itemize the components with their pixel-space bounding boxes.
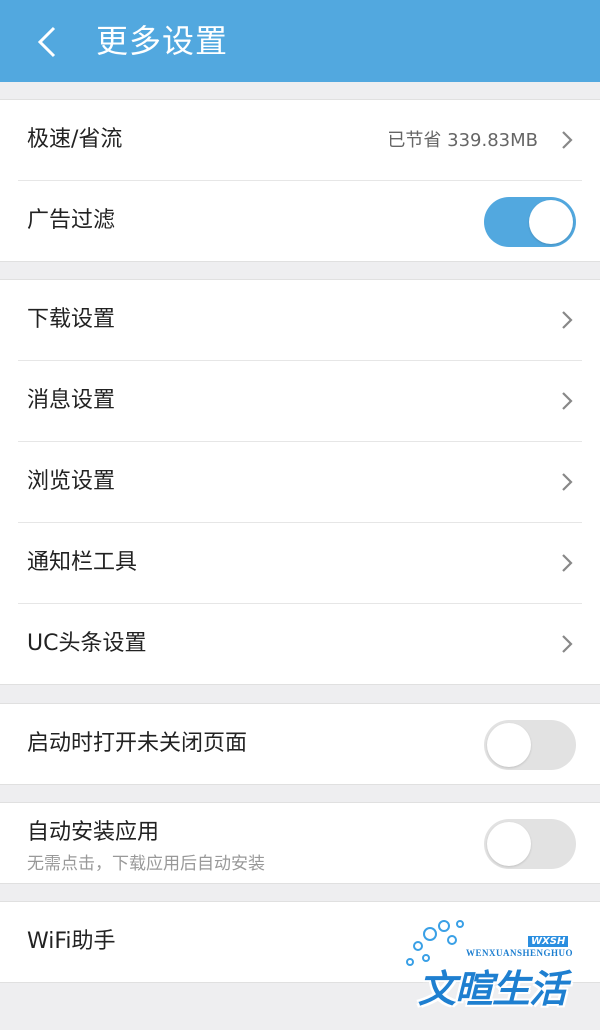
- item-label: 浏览设置: [27, 469, 116, 494]
- ad-filter-label: 广告过滤: [27, 208, 116, 233]
- chevron-right-icon: [562, 473, 573, 491]
- chevron-right-icon: [562, 131, 573, 149]
- chevron-left-icon: [37, 26, 56, 58]
- ad-filter-toggle[interactable]: [484, 197, 576, 247]
- row-ad-filter: 广告过滤: [18, 181, 582, 261]
- item-label: 通知栏工具: [27, 550, 138, 575]
- auto-install-label: 自动安装应用: [27, 820, 160, 845]
- chevron-right-icon: [562, 635, 573, 653]
- row-restore-pages: 启动时打开未关闭页面: [18, 704, 582, 784]
- chevron-right-icon: [562, 392, 573, 410]
- item-label: 下载设置: [27, 307, 116, 332]
- section-speed: 极速/省流 已节省 339.83MB 广告过滤: [0, 99, 600, 262]
- row-uc-headlines-settings[interactable]: UC头条设置: [18, 604, 582, 684]
- section-restore-pages: 启动时打开未关闭页面: [0, 703, 600, 785]
- row-speed-mode[interactable]: 极速/省流 已节省 339.83MB: [18, 100, 582, 181]
- restore-pages-label: 启动时打开未关闭页面: [27, 731, 248, 756]
- row-notification-tools[interactable]: 通知栏工具: [18, 523, 582, 604]
- row-download-settings[interactable]: 下载设置: [18, 280, 582, 361]
- row-browse-settings[interactable]: 浏览设置: [18, 442, 582, 523]
- auto-install-toggle[interactable]: [484, 819, 576, 869]
- restore-pages-toggle[interactable]: [484, 720, 576, 770]
- row-wifi-assistant[interactable]: WiFi助手: [18, 902, 582, 982]
- app-header: 更多设置: [0, 0, 600, 82]
- toggle-knob: [487, 822, 531, 866]
- item-label: UC头条设置: [27, 631, 147, 656]
- section-settings-list: 下载设置 消息设置 浏览设置 通知栏工具 UC头条设置: [0, 279, 600, 685]
- back-button[interactable]: [22, 16, 72, 66]
- row-message-settings[interactable]: 消息设置: [18, 361, 582, 442]
- toggle-knob: [529, 200, 573, 244]
- saved-data-value: 已节省 339.83MB: [387, 130, 538, 151]
- toggle-knob: [487, 723, 531, 767]
- item-label: 消息设置: [27, 388, 116, 413]
- row-auto-install: 自动安装应用 无需点击，下载应用后自动安装: [18, 803, 582, 883]
- auto-install-description: 无需点击，下载应用后自动安装: [27, 854, 265, 874]
- wifi-assistant-label: WiFi助手: [27, 929, 116, 954]
- section-wifi-assistant: WiFi助手: [0, 901, 600, 983]
- page-title: 更多设置: [96, 22, 229, 60]
- section-auto-install: 自动安装应用 无需点击，下载应用后自动安装: [0, 802, 600, 884]
- speed-label: 极速/省流: [27, 127, 123, 152]
- chevron-right-icon: [562, 311, 573, 329]
- chevron-right-icon: [562, 554, 573, 572]
